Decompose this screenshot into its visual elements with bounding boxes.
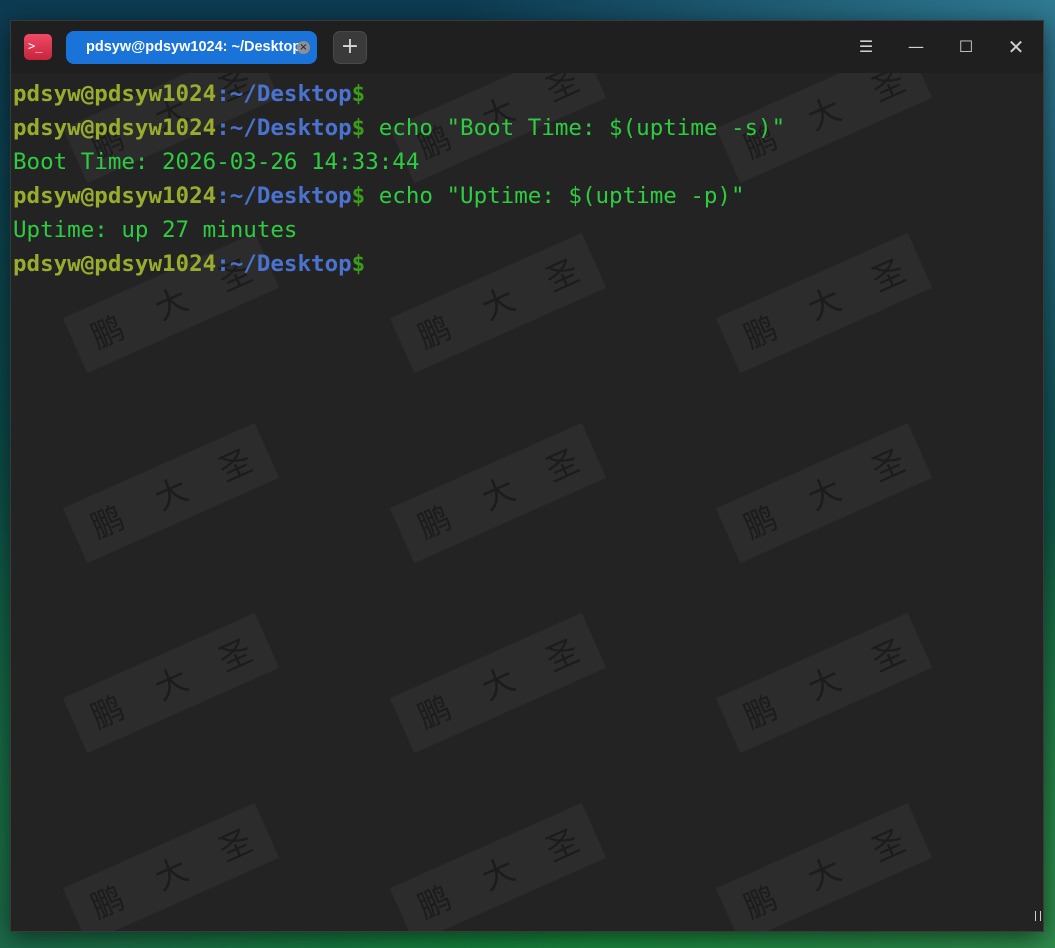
watermark-char: 鹏 <box>738 309 783 357</box>
watermark-char: 大 <box>802 90 847 138</box>
watermark-char: 圣 <box>866 632 911 680</box>
prompt-path: ~/Desktop <box>229 183 352 209</box>
watermark-char: 鹏 <box>738 689 783 737</box>
prompt-symbol: $ <box>351 183 366 209</box>
watermark-char: 大 <box>149 660 194 708</box>
watermark-stamp: 鹏大圣 <box>389 802 607 931</box>
prompt-path: ~/Desktop <box>229 115 352 141</box>
watermark-char: 大 <box>802 660 847 708</box>
watermark-char: 大 <box>476 850 521 898</box>
watermark-char: 圣 <box>213 442 258 490</box>
output-line: Boot Time: 2026-03-26 14:33:44 <box>13 145 785 179</box>
new-tab-button[interactable]: + <box>333 31 367 64</box>
tab-title: pdsyw@pdsyw1024: ~/Desktop <box>86 39 302 55</box>
close-window-icon[interactable]: ✕ <box>1001 34 1031 60</box>
prompt-line: pdsyw@pdsyw1024:~/Desktop$ <box>13 77 785 111</box>
watermark-char: 鹏 <box>85 879 130 927</box>
terminal-area[interactable]: 鹏大圣鹏大圣鹏大圣鹏大圣鹏大圣鹏大圣鹏大圣鹏大圣鹏大圣鹏大圣鹏大圣鹏大圣鹏大圣鹏… <box>11 73 1043 931</box>
watermark-char: 圣 <box>540 822 585 870</box>
watermark-char: 鹏 <box>85 499 130 547</box>
maximize-icon[interactable]: ☐ <box>951 34 981 60</box>
prompt-symbol: $ <box>351 251 366 277</box>
watermark-stamp: 鹏大圣 <box>715 612 933 754</box>
terminal-output: pdsyw@pdsyw1024:~/Desktop$ pdsyw@pdsyw102… <box>13 77 785 281</box>
watermark-char: 圣 <box>866 442 911 490</box>
prompt-line: pdsyw@pdsyw1024:~/Desktop$ <box>13 247 785 281</box>
watermark-char: 大 <box>476 280 521 328</box>
prompt-symbol: $ <box>351 115 366 141</box>
prompt-user: pdsyw@pdsyw1024 <box>13 81 217 107</box>
watermark-char: 圣 <box>540 442 585 490</box>
watermark-char: 圣 <box>213 632 258 680</box>
prompt-path: ~/Desktop <box>229 81 352 107</box>
watermark-char: 鹏 <box>738 879 783 927</box>
close-icon[interactable]: × <box>297 41 310 54</box>
watermark-char: 大 <box>802 280 847 328</box>
watermark-char: 大 <box>476 660 521 708</box>
output-text: Boot Time: 2026-03-26 14:33:44 <box>13 149 420 175</box>
prompt-separator: : <box>216 251 230 277</box>
watermark-stamp: 鹏大圣 <box>389 612 607 754</box>
watermark-stamp: 鹏大圣 <box>62 612 280 754</box>
title-bar[interactable]: >_ pdsyw@pdsyw1024: ~/Desktop × + ☰ — ☐ … <box>11 21 1043 73</box>
output-text: Uptime: up 27 minutes <box>13 217 298 243</box>
watermark-char: 鹏 <box>412 309 457 357</box>
terminal-window: >_ pdsyw@pdsyw1024: ~/Desktop × + ☰ — ☐ … <box>10 20 1044 932</box>
scroll-indicator-icon <box>1035 911 1041 921</box>
watermark-stamp: 鹏大圣 <box>62 802 280 931</box>
prompt-user: pdsyw@pdsyw1024 <box>13 183 217 209</box>
watermark-char: 圣 <box>866 252 911 300</box>
watermark-char: 大 <box>149 850 194 898</box>
watermark-char: 大 <box>802 850 847 898</box>
watermark-stamp: 鹏大圣 <box>715 422 933 564</box>
prompt-separator: : <box>216 183 230 209</box>
prompt-user: pdsyw@pdsyw1024 <box>13 251 217 277</box>
watermark-char: 大 <box>802 470 847 518</box>
prompt-user: pdsyw@pdsyw1024 <box>13 115 217 141</box>
watermark-char: 鹏 <box>412 499 457 547</box>
prompt-path: ~/Desktop <box>229 251 352 277</box>
prompt-separator: : <box>216 81 230 107</box>
watermark-char: 鹏 <box>85 689 130 737</box>
watermark-char: 圣 <box>866 822 911 870</box>
output-line: Uptime: up 27 minutes <box>13 213 785 247</box>
watermark-char: 鹏 <box>412 689 457 737</box>
watermark-char: 圣 <box>540 632 585 680</box>
prompt-separator: : <box>216 115 230 141</box>
prompt-line: pdsyw@pdsyw1024:~/Desktop$ echo "Boot Ti… <box>13 111 785 145</box>
terminal-app-icon[interactable]: >_ <box>24 34 52 60</box>
watermark-stamp: 鹏大圣 <box>715 802 933 931</box>
watermark-char: 大 <box>149 280 194 328</box>
watermark-stamp: 鹏大圣 <box>62 422 280 564</box>
watermark-char: 鹏 <box>738 499 783 547</box>
watermark-char: 鹏 <box>412 879 457 927</box>
command-text: echo "Uptime: $(uptime -p)" <box>365 183 745 209</box>
prompt-line: pdsyw@pdsyw1024:~/Desktop$ echo "Uptime:… <box>13 179 785 213</box>
command-text: echo "Boot Time: $(uptime -s)" <box>365 115 786 141</box>
watermark-char: 鹏 <box>85 309 130 357</box>
prompt-symbol: $ <box>351 81 366 107</box>
watermark-stamp: 鹏大圣 <box>389 422 607 564</box>
tab-desktop[interactable]: pdsyw@pdsyw1024: ~/Desktop × <box>66 31 317 64</box>
watermark-char: 大 <box>149 470 194 518</box>
watermark-char: 大 <box>476 470 521 518</box>
minimize-icon[interactable]: — <box>901 34 931 60</box>
hamburger-menu-icon[interactable]: ☰ <box>851 34 881 60</box>
watermark-char: 圣 <box>213 822 258 870</box>
watermark-char: 圣 <box>866 73 911 109</box>
